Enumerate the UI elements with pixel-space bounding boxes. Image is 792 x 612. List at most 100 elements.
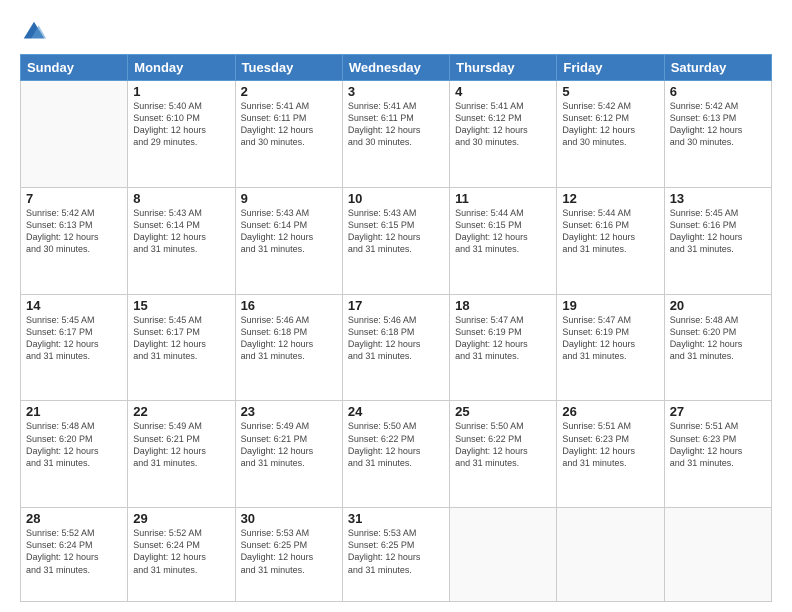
- day-number: 14: [26, 298, 122, 313]
- day-number: 10: [348, 191, 444, 206]
- day-info: Sunrise: 5:53 AM Sunset: 6:25 PM Dayligh…: [348, 527, 444, 576]
- day-number: 20: [670, 298, 766, 313]
- day-number: 9: [241, 191, 337, 206]
- day-number: 15: [133, 298, 229, 313]
- day-info: Sunrise: 5:40 AM Sunset: 6:10 PM Dayligh…: [133, 100, 229, 149]
- day-number: 29: [133, 511, 229, 526]
- day-info: Sunrise: 5:49 AM Sunset: 6:21 PM Dayligh…: [133, 420, 229, 469]
- calendar-cell: 1Sunrise: 5:40 AM Sunset: 6:10 PM Daylig…: [128, 81, 235, 188]
- calendar-cell: 6Sunrise: 5:42 AM Sunset: 6:13 PM Daylig…: [664, 81, 771, 188]
- day-info: Sunrise: 5:47 AM Sunset: 6:19 PM Dayligh…: [455, 314, 551, 363]
- day-info: Sunrise: 5:41 AM Sunset: 6:12 PM Dayligh…: [455, 100, 551, 149]
- day-number: 6: [670, 84, 766, 99]
- day-info: Sunrise: 5:43 AM Sunset: 6:14 PM Dayligh…: [241, 207, 337, 256]
- calendar-cell: 14Sunrise: 5:45 AM Sunset: 6:17 PM Dayli…: [21, 294, 128, 401]
- calendar-cell: 9Sunrise: 5:43 AM Sunset: 6:14 PM Daylig…: [235, 187, 342, 294]
- calendar-cell: 22Sunrise: 5:49 AM Sunset: 6:21 PM Dayli…: [128, 401, 235, 508]
- day-info: Sunrise: 5:46 AM Sunset: 6:18 PM Dayligh…: [241, 314, 337, 363]
- day-info: Sunrise: 5:53 AM Sunset: 6:25 PM Dayligh…: [241, 527, 337, 576]
- day-info: Sunrise: 5:49 AM Sunset: 6:21 PM Dayligh…: [241, 420, 337, 469]
- calendar-header-wednesday: Wednesday: [342, 55, 449, 81]
- calendar-cell: 27Sunrise: 5:51 AM Sunset: 6:23 PM Dayli…: [664, 401, 771, 508]
- day-number: 19: [562, 298, 658, 313]
- calendar-cell: 30Sunrise: 5:53 AM Sunset: 6:25 PM Dayli…: [235, 508, 342, 602]
- calendar-cell: [21, 81, 128, 188]
- calendar-cell: 3Sunrise: 5:41 AM Sunset: 6:11 PM Daylig…: [342, 81, 449, 188]
- day-info: Sunrise: 5:45 AM Sunset: 6:17 PM Dayligh…: [133, 314, 229, 363]
- calendar-header-tuesday: Tuesday: [235, 55, 342, 81]
- day-number: 2: [241, 84, 337, 99]
- logo-icon: [20, 18, 48, 46]
- calendar-cell: 7Sunrise: 5:42 AM Sunset: 6:13 PM Daylig…: [21, 187, 128, 294]
- day-info: Sunrise: 5:50 AM Sunset: 6:22 PM Dayligh…: [455, 420, 551, 469]
- calendar-cell: 2Sunrise: 5:41 AM Sunset: 6:11 PM Daylig…: [235, 81, 342, 188]
- calendar-cell: 26Sunrise: 5:51 AM Sunset: 6:23 PM Dayli…: [557, 401, 664, 508]
- day-number: 18: [455, 298, 551, 313]
- calendar-cell: 10Sunrise: 5:43 AM Sunset: 6:15 PM Dayli…: [342, 187, 449, 294]
- day-number: 1: [133, 84, 229, 99]
- calendar-cell: 25Sunrise: 5:50 AM Sunset: 6:22 PM Dayli…: [450, 401, 557, 508]
- calendar-week-4: 21Sunrise: 5:48 AM Sunset: 6:20 PM Dayli…: [21, 401, 772, 508]
- day-number: 5: [562, 84, 658, 99]
- day-info: Sunrise: 5:48 AM Sunset: 6:20 PM Dayligh…: [26, 420, 122, 469]
- day-number: 25: [455, 404, 551, 419]
- calendar-cell: 15Sunrise: 5:45 AM Sunset: 6:17 PM Dayli…: [128, 294, 235, 401]
- logo: [20, 18, 52, 46]
- day-number: 16: [241, 298, 337, 313]
- day-number: 21: [26, 404, 122, 419]
- day-number: 26: [562, 404, 658, 419]
- day-number: 3: [348, 84, 444, 99]
- day-number: 7: [26, 191, 122, 206]
- day-number: 24: [348, 404, 444, 419]
- calendar-header-thursday: Thursday: [450, 55, 557, 81]
- day-number: 27: [670, 404, 766, 419]
- calendar-cell: 13Sunrise: 5:45 AM Sunset: 6:16 PM Dayli…: [664, 187, 771, 294]
- day-number: 8: [133, 191, 229, 206]
- day-info: Sunrise: 5:44 AM Sunset: 6:16 PM Dayligh…: [562, 207, 658, 256]
- day-number: 31: [348, 511, 444, 526]
- day-info: Sunrise: 5:42 AM Sunset: 6:13 PM Dayligh…: [26, 207, 122, 256]
- calendar-cell: 16Sunrise: 5:46 AM Sunset: 6:18 PM Dayli…: [235, 294, 342, 401]
- day-info: Sunrise: 5:52 AM Sunset: 6:24 PM Dayligh…: [133, 527, 229, 576]
- day-info: Sunrise: 5:42 AM Sunset: 6:12 PM Dayligh…: [562, 100, 658, 149]
- day-number: 11: [455, 191, 551, 206]
- calendar-header-saturday: Saturday: [664, 55, 771, 81]
- day-info: Sunrise: 5:42 AM Sunset: 6:13 PM Dayligh…: [670, 100, 766, 149]
- calendar-cell: 11Sunrise: 5:44 AM Sunset: 6:15 PM Dayli…: [450, 187, 557, 294]
- day-number: 4: [455, 84, 551, 99]
- calendar-cell: 31Sunrise: 5:53 AM Sunset: 6:25 PM Dayli…: [342, 508, 449, 602]
- day-info: Sunrise: 5:48 AM Sunset: 6:20 PM Dayligh…: [670, 314, 766, 363]
- calendar-cell: 20Sunrise: 5:48 AM Sunset: 6:20 PM Dayli…: [664, 294, 771, 401]
- day-number: 23: [241, 404, 337, 419]
- calendar-cell: 17Sunrise: 5:46 AM Sunset: 6:18 PM Dayli…: [342, 294, 449, 401]
- day-info: Sunrise: 5:41 AM Sunset: 6:11 PM Dayligh…: [241, 100, 337, 149]
- calendar-cell: [664, 508, 771, 602]
- calendar-cell: 29Sunrise: 5:52 AM Sunset: 6:24 PM Dayli…: [128, 508, 235, 602]
- calendar-cell: 4Sunrise: 5:41 AM Sunset: 6:12 PM Daylig…: [450, 81, 557, 188]
- day-number: 17: [348, 298, 444, 313]
- day-info: Sunrise: 5:41 AM Sunset: 6:11 PM Dayligh…: [348, 100, 444, 149]
- day-info: Sunrise: 5:51 AM Sunset: 6:23 PM Dayligh…: [670, 420, 766, 469]
- calendar-cell: 23Sunrise: 5:49 AM Sunset: 6:21 PM Dayli…: [235, 401, 342, 508]
- day-number: 30: [241, 511, 337, 526]
- calendar-cell: 28Sunrise: 5:52 AM Sunset: 6:24 PM Dayli…: [21, 508, 128, 602]
- calendar-cell: 12Sunrise: 5:44 AM Sunset: 6:16 PM Dayli…: [557, 187, 664, 294]
- day-info: Sunrise: 5:51 AM Sunset: 6:23 PM Dayligh…: [562, 420, 658, 469]
- calendar-week-1: 1Sunrise: 5:40 AM Sunset: 6:10 PM Daylig…: [21, 81, 772, 188]
- day-info: Sunrise: 5:44 AM Sunset: 6:15 PM Dayligh…: [455, 207, 551, 256]
- day-info: Sunrise: 5:45 AM Sunset: 6:16 PM Dayligh…: [670, 207, 766, 256]
- calendar-header-row: SundayMondayTuesdayWednesdayThursdayFrid…: [21, 55, 772, 81]
- day-info: Sunrise: 5:43 AM Sunset: 6:14 PM Dayligh…: [133, 207, 229, 256]
- calendar-week-2: 7Sunrise: 5:42 AM Sunset: 6:13 PM Daylig…: [21, 187, 772, 294]
- calendar-header-friday: Friday: [557, 55, 664, 81]
- calendar-header-sunday: Sunday: [21, 55, 128, 81]
- day-number: 12: [562, 191, 658, 206]
- day-number: 13: [670, 191, 766, 206]
- day-number: 22: [133, 404, 229, 419]
- calendar-cell: 21Sunrise: 5:48 AM Sunset: 6:20 PM Dayli…: [21, 401, 128, 508]
- calendar-week-3: 14 Sunrise: 5:45 AM Sunset: 6:17 PM Dayli…: [21, 294, 772, 401]
- calendar-week-5: 28Sunrise: 5:52 AM Sunset: 6:24 PM Dayli…: [21, 508, 772, 602]
- header: [20, 18, 772, 46]
- calendar-table: SundayMondayTuesdayWednesdayThursdayFrid…: [20, 54, 772, 602]
- day-info: Sunrise: 5:46 AM Sunset: 6:18 PM Dayligh…: [348, 314, 444, 363]
